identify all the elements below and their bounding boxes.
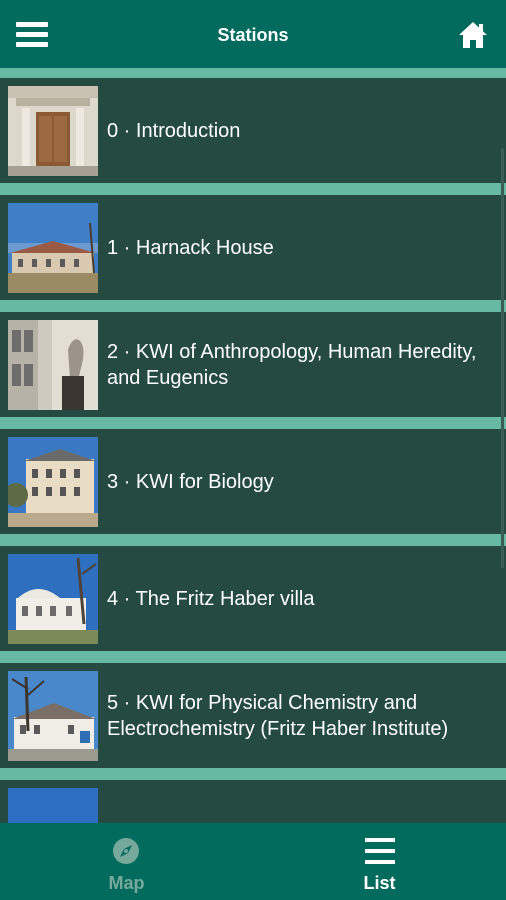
station-thumbnail-6 [8, 788, 98, 823]
station-label-0: 0 · Introduction [107, 119, 241, 142]
tab-map-label: Map [108, 873, 145, 893]
bottom-navigation: Map List [0, 823, 506, 900]
list-scrollbar[interactable] [501, 148, 504, 568]
station-label-2: 2 · KWI of Anthropology, Human Heredity,… [107, 340, 477, 389]
station-thumbnail-4 [8, 554, 98, 644]
station-item-5[interactable]: 5 · KWI for Physical Chemistry and Elect… [0, 663, 506, 768]
station-label-4: 4 · The Fritz Haber villa [107, 587, 315, 610]
station-list[interactable]: 0 · Introduction 1 · Harnack House 2 · K… [0, 68, 506, 823]
top-app-bar: Stations [0, 0, 506, 68]
list-divider [0, 417, 506, 429]
list-divider [0, 534, 506, 546]
station-thumbnail-0 [8, 86, 98, 176]
list-icon [364, 837, 396, 865]
compass-icon [112, 837, 140, 865]
station-thumbnail-1 [8, 203, 98, 293]
list-divider [0, 651, 506, 663]
station-item-0[interactable]: 0 · Introduction [0, 78, 506, 183]
station-thumbnail-5 [8, 671, 98, 761]
list-divider [0, 768, 506, 780]
page-title: Stations [217, 25, 289, 45]
list-divider [0, 68, 506, 78]
station-item-2[interactable]: 2 · KWI of Anthropology, Human Heredity,… [0, 312, 506, 417]
station-item-3[interactable]: 3 · KWI for Biology [0, 429, 506, 534]
tab-list[interactable]: List [253, 823, 506, 900]
station-item-6[interactable] [0, 780, 506, 823]
station-label-1: 1 · Harnack House [107, 236, 274, 259]
list-divider [0, 183, 506, 195]
home-icon[interactable] [457, 20, 489, 50]
tab-list-label: List [363, 873, 396, 893]
station-thumbnail-3 [8, 437, 98, 527]
tab-map[interactable]: Map [0, 823, 253, 900]
station-label-3: 3 · KWI for Biology [107, 470, 274, 493]
station-label-5: 5 · KWI for Physical Chemistry and Elect… [107, 691, 449, 740]
station-item-1[interactable]: 1 · Harnack House [0, 195, 506, 300]
station-thumbnail-2 [8, 320, 98, 410]
list-divider [0, 300, 506, 312]
station-item-4[interactable]: 4 · The Fritz Haber villa [0, 546, 506, 651]
